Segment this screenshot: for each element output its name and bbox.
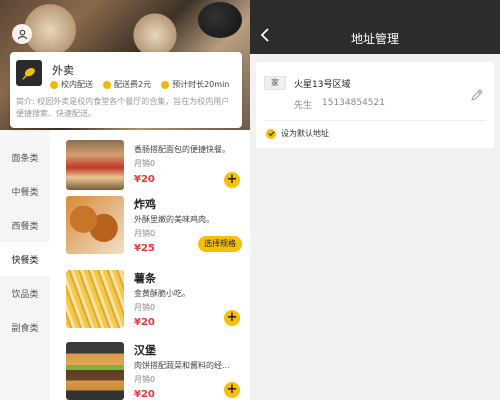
shop-tag: 配送费2元 [103,79,151,90]
shop-tag: 校内配送 [50,79,93,90]
banner-bowl-decoration [198,2,242,38]
shop-tags: 校内配送 配送费2元 预计时长20min [50,79,229,90]
add-to-cart-button[interactable]: + [224,310,240,326]
user-icon [17,29,27,39]
shop-logo-icon [16,60,42,86]
divider [264,120,486,121]
address-tag: 家 [264,76,286,90]
food-description: 外酥里嫩的美味鸡肉。 [134,215,214,224]
food-price: ¥20 [134,174,155,185]
shop-info-card: 外卖 校内配送 配送费2元 预计时长20min 简介: 校园外卖是校内食堂各个餐… [10,52,242,128]
clock-icon [161,80,170,89]
food-image [66,140,124,190]
food-name: 炸鸡 [134,198,156,211]
food-item[interactable]: 炸鸡 外酥里嫩的美味鸡肉。 月销0 ¥25 选择规格 [50,196,250,270]
default-address-toggle[interactable]: 设为默认地址 [266,128,329,139]
address-contact-name: 先生 [294,101,313,111]
tag-label: 预计时长20min [172,80,230,89]
address-phone: 15134854521 [322,98,385,108]
food-description: 香肠搭配面包的便捷快餐。 [134,145,230,154]
category-item[interactable]: 饮品类 [0,276,50,310]
food-sales: 月销0 [134,303,156,312]
food-price: ¥20 [134,389,155,400]
food-image [66,270,124,328]
tag-label: 校内配送 [61,80,93,89]
address-panel: 地址管理 家 火星13号区域 先生 15134854521 设为默认地址 [250,0,500,400]
food-name: 汉堡 [134,344,156,357]
category-item-active[interactable]: 快餐类 [0,242,50,276]
address-card[interactable]: 家 火星13号区域 先生 15134854521 设为默认地址 [256,62,494,148]
food-item[interactable]: 汉堡 肉饼搭配蔬菜和酱料的经... 月销0 ¥20 + [50,342,250,400]
edit-icon[interactable] [470,88,484,102]
shop-name: 外卖 [52,64,74,77]
category-item[interactable]: 面条类 [0,140,50,174]
food-name: 薯条 [134,272,156,285]
food-image [66,342,124,400]
shop-panel: 外卖 校内配送 配送费2元 预计时长20min 简介: 校园外卖是校内食堂各个餐… [0,0,250,400]
food-image [66,196,124,254]
page-title: 地址管理 [350,32,399,46]
food-price: ¥25 [134,243,155,254]
category-item[interactable]: 西餐类 [0,208,50,242]
food-item[interactable]: 薯条 金黄酥脆小吃。 月销0 ¥20 + [50,270,250,344]
food-list: 香肠搭配面包的便捷快餐。 月销0 ¥20 + 炸鸡 外酥里嫩的美味鸡肉。 月销0… [50,130,250,400]
category-item[interactable]: 中餐类 [0,174,50,208]
select-spec-button[interactable]: 选择规格 [198,236,242,252]
category-item[interactable]: 副食类 [0,310,50,344]
food-sales: 月销0 [134,159,156,168]
food-sales: 月销0 [134,229,156,238]
user-profile-button[interactable] [12,24,32,44]
nav-bar: 地址管理 [250,0,500,54]
food-price: ¥20 [134,317,155,328]
add-to-cart-button[interactable]: + [224,172,240,188]
address-text: 火星13号区域 [294,80,351,90]
food-description: 肉饼搭配蔬菜和酱料的经... [134,361,230,370]
category-sidebar: 面条类 中餐类 西餐类 快餐类 饮品类 副食类 [0,140,50,400]
fee-icon [103,80,111,89]
tag-label: 配送费2元 [114,80,152,89]
shop-tag: 预计时长20min [161,79,229,90]
shop-description: 简介: 校园外卖是校内食堂各个餐厅的合集，旨在为校内用户便捷搜索、快速配送。 [16,97,230,118]
food-sales: 月销0 [134,375,156,384]
food-description: 金黄酥脆小吃。 [134,289,190,298]
delivery-icon [50,80,58,89]
check-icon [266,128,276,139]
default-address-label: 设为默认地址 [281,129,329,138]
add-to-cart-button[interactable]: + [224,382,240,398]
